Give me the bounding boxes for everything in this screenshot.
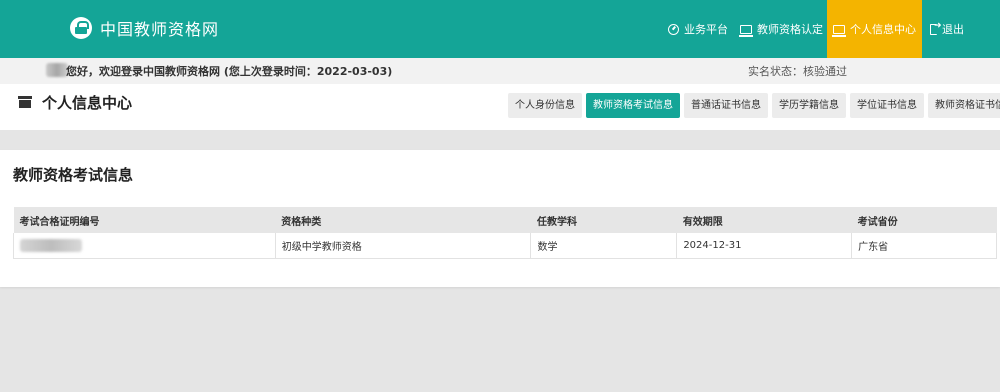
column-header: 有效期限 xyxy=(676,207,852,233)
tab-degree-cert[interactable]: 学位证书信息 xyxy=(850,93,924,118)
valid-until-cell: 2024-12-31 xyxy=(676,233,853,259)
greeting-bar: 您好，欢迎登录中国教师资格网 (您上次登录时间：2022-03-03) 实名状态… xyxy=(0,58,1000,84)
greeting-text: 您好，欢迎登录中国教师资格网 (您上次登录时间：2022-03-03) xyxy=(66,65,393,78)
column-header: 考试省份 xyxy=(851,207,997,233)
tab-exam-info[interactable]: 教师资格考试信息 xyxy=(586,93,680,118)
redacted-cert-number xyxy=(20,239,82,252)
column-header: 资格种类 xyxy=(275,207,531,233)
verify-status: 实名状态：核验通过 xyxy=(748,65,847,78)
exam-info-panel: 教师资格考试信息 考试合格证明编号 资格种类 任教学科 有效期限 考试省份 初级… xyxy=(0,150,1000,287)
nav-personal-center[interactable]: 个人信息中心 xyxy=(827,0,922,58)
site-logo[interactable]: 中国教师资格网 xyxy=(70,14,219,42)
nav-label: 退出 xyxy=(942,23,964,36)
tab-education-info[interactable]: 学历学籍信息 xyxy=(772,93,846,118)
panel-title: 教师资格考试信息 xyxy=(13,166,134,184)
nav-logout[interactable]: 退出 xyxy=(922,0,968,58)
lock-icon xyxy=(70,17,92,39)
subject-cell: 数学 xyxy=(530,233,678,259)
page-title: 个人信息中心 xyxy=(42,94,133,112)
table-header-row: 考试合格证明编号 资格种类 任教学科 有效期限 考试省份 xyxy=(13,207,997,233)
nav-business-platform[interactable]: 业务平台 xyxy=(660,0,732,58)
top-bar: 中国教师资格网 业务平台 教师资格认定 个人信息中心 退出 xyxy=(0,0,1000,58)
column-header: 任教学科 xyxy=(530,207,677,233)
site-title: 中国教师资格网 xyxy=(100,20,220,39)
nav-label: 教师资格认定 xyxy=(757,23,823,36)
divider xyxy=(0,130,1000,150)
province-cell: 广东省 xyxy=(851,233,997,259)
cert-number-cell xyxy=(13,233,276,259)
nav-label: 业务平台 xyxy=(684,23,728,36)
exam-info-table: 考试合格证明编号 资格种类 任教学科 有效期限 考试省份 初级中学教师资格 数学… xyxy=(13,207,997,259)
monitor-icon xyxy=(739,24,753,37)
logout-icon xyxy=(930,21,942,35)
nav-label: 个人信息中心 xyxy=(850,23,916,36)
nav-qualification-certification[interactable]: 教师资格认定 xyxy=(732,0,827,58)
tab-identity-info[interactable]: 个人身份信息 xyxy=(508,93,582,118)
redacted-username xyxy=(46,63,68,77)
archive-icon xyxy=(18,96,32,108)
column-header: 考试合格证明编号 xyxy=(13,207,276,233)
page-header: 个人信息中心 个人身份信息 教师资格考试信息 普通话证书信息 学历学籍信息 学位… xyxy=(0,84,1000,130)
top-nav: 业务平台 教师资格认定 个人信息中心 退出 xyxy=(660,0,968,58)
monitor-icon xyxy=(832,24,846,37)
tab-mandarin-cert[interactable]: 普通话证书信息 xyxy=(684,93,768,118)
table-row: 初级中学教师资格 数学 2024-12-31 广东省 xyxy=(13,233,997,259)
dashboard-icon xyxy=(668,23,679,35)
tab-teacher-cert[interactable]: 教师资格证书信息 xyxy=(928,93,1000,118)
qualification-type-cell: 初级中学教师资格 xyxy=(274,233,532,259)
info-tabs: 个人身份信息 教师资格考试信息 普通话证书信息 学历学籍信息 学位证书信息 教师… xyxy=(508,93,1000,118)
